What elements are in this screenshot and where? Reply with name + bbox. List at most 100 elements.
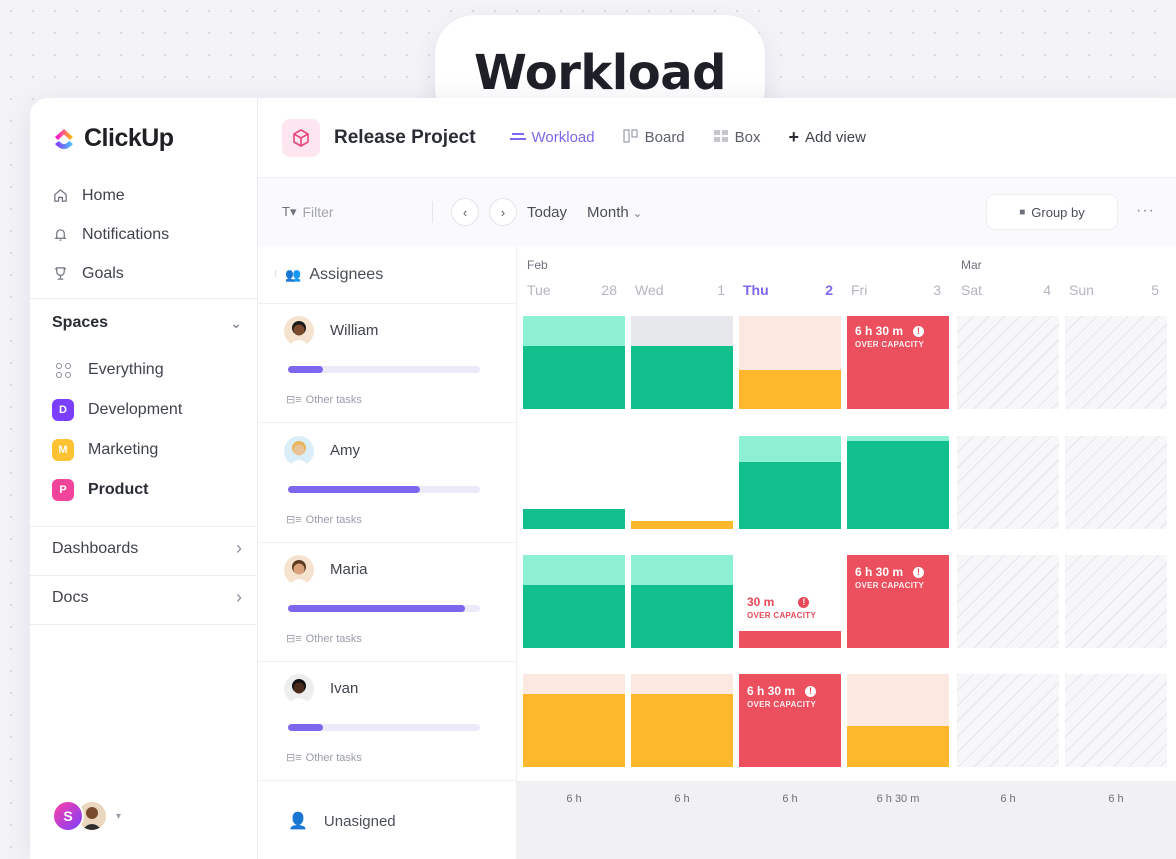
workload-cell[interactable] xyxy=(1065,316,1167,409)
filter-button[interactable]: T▾ Filter xyxy=(282,204,432,220)
day-total: 6 h xyxy=(674,793,690,805)
day-total: 6 h xyxy=(782,793,798,805)
other-tasks-link[interactable]: ⊟≡ Other tasks xyxy=(286,632,362,646)
workload-cell[interactable] xyxy=(739,316,841,409)
workload-bar xyxy=(523,509,625,529)
workload-cell[interactable] xyxy=(523,555,625,648)
space-badge: P xyxy=(52,479,74,501)
nav-item-home[interactable]: Home xyxy=(52,176,169,215)
workload-bar xyxy=(523,585,625,648)
workload-cell[interactable] xyxy=(631,436,733,529)
day-header: Fri 3 xyxy=(841,246,949,304)
workload-cell[interactable] xyxy=(739,436,841,529)
workload-bar xyxy=(631,694,733,767)
sidebar-item-docs[interactable]: Docs › xyxy=(52,587,242,608)
sidebar-item-dashboards[interactable]: Dashboards › xyxy=(52,538,242,559)
filter-icon: T▾ xyxy=(282,204,297,219)
other-tasks-link[interactable]: ⊟≡ Other tasks xyxy=(286,513,362,527)
other-tasks-link[interactable]: ⊟≡ Other tasks xyxy=(286,751,362,765)
workload-cell[interactable]: 6 h 30 m! OVER CAPACITY xyxy=(847,555,949,648)
space-item-product[interactable]: P Product xyxy=(52,470,182,510)
day-name: Fri xyxy=(851,282,868,298)
board-icon xyxy=(623,129,639,146)
workload-cell[interactable] xyxy=(957,436,1059,529)
more-options-icon[interactable]: ··· xyxy=(1136,202,1155,220)
space-label: Everything xyxy=(88,361,164,378)
alert-icon: ! xyxy=(913,326,925,337)
assignees-header[interactable]: ⁝ 👥 Assignees xyxy=(258,246,516,304)
assignee-row[interactable]: Maria ⊟≡ Other tasks xyxy=(258,543,516,662)
workload-bar xyxy=(523,674,625,694)
unassigned-row[interactable]: 👤 Unasigned xyxy=(258,781,516,859)
assignee-row[interactable]: Amy ⊟≡ Other tasks xyxy=(258,424,516,543)
add-view-button[interactable]: + Add view xyxy=(789,127,866,148)
capacity-bar xyxy=(288,366,480,373)
list-icon: ⊟≡ xyxy=(286,514,302,526)
assignee-row[interactable]: Ivan ⊟≡ Other tasks xyxy=(258,662,516,781)
today-button[interactable]: Today xyxy=(527,204,567,221)
assignee-row[interactable]: William ⊟≡ Other tasks xyxy=(258,304,516,423)
tab-board[interactable]: Board xyxy=(623,129,685,146)
over-capacity-label: 6 h 30 m! OVER CAPACITY xyxy=(747,684,817,712)
range-label: Month xyxy=(587,203,629,221)
list-icon: ⊟≡ xyxy=(286,633,302,645)
day-number: 1 xyxy=(717,282,725,298)
next-button[interactable]: › xyxy=(489,198,517,226)
workload-cell[interactable] xyxy=(523,316,625,409)
workload-cell[interactable] xyxy=(957,674,1059,767)
day-total: 6 h xyxy=(1000,793,1016,805)
workload-cell[interactable]: 6 h 30 m! OVER CAPACITY xyxy=(847,316,949,409)
workload-cell[interactable] xyxy=(847,674,949,767)
assignees-label: Assignees xyxy=(309,265,384,283)
workload-cell[interactable] xyxy=(957,316,1059,409)
capacity-bar-fill xyxy=(288,486,421,493)
prev-button[interactable]: ‹ xyxy=(451,198,479,226)
workload-cell[interactable] xyxy=(1065,555,1167,648)
day-total: 6 h 30 m xyxy=(876,793,920,805)
day-number: 5 xyxy=(1151,282,1159,298)
group-by-button[interactable]: ■ Group by xyxy=(986,194,1118,230)
over-capacity-label: 6 h 30 m! OVER CAPACITY xyxy=(855,324,925,352)
workload-cell[interactable] xyxy=(847,436,949,529)
space-item-development[interactable]: D Development xyxy=(52,390,182,430)
workload-cell[interactable] xyxy=(1065,674,1167,767)
drag-handle-icon: ⁝ xyxy=(274,269,278,280)
nav-item-goals[interactable]: Goals xyxy=(52,254,169,293)
workload-cell[interactable] xyxy=(523,436,625,529)
space-item-everything[interactable]: Everything xyxy=(52,350,182,390)
user-menu[interactable]: S ▾ xyxy=(52,800,121,832)
chevron-down-icon[interactable]: ⌄ xyxy=(230,315,242,332)
spaces-header[interactable]: Spaces ⌄ xyxy=(52,314,242,332)
workload-cell[interactable] xyxy=(957,555,1059,648)
workload-cell[interactable] xyxy=(1065,436,1167,529)
month-label: Feb xyxy=(527,258,548,272)
workload-bar xyxy=(739,631,841,648)
chevron-right-icon: › xyxy=(236,538,242,558)
chevron-right-icon: › xyxy=(236,587,242,607)
other-tasks-label: Other tasks xyxy=(305,632,362,645)
other-tasks-link[interactable]: ⊟≡ Other tasks xyxy=(286,393,362,407)
tab-box[interactable]: Box xyxy=(713,129,761,146)
space-item-marketing[interactable]: M Marketing xyxy=(52,430,182,470)
workload-cell[interactable]: 30 m! OVER CAPACITY xyxy=(739,555,841,648)
workload-bar xyxy=(631,585,733,648)
tab-workload[interactable]: Workload xyxy=(509,129,595,146)
workload-cell[interactable] xyxy=(631,555,733,648)
workload-cell[interactable] xyxy=(631,674,733,767)
divider xyxy=(432,201,433,223)
space-label: Development xyxy=(88,401,183,418)
workload-cell[interactable] xyxy=(631,316,733,409)
space-badge: D xyxy=(52,399,74,421)
nav-item-notifications[interactable]: Notifications xyxy=(52,215,169,254)
range-dropdown[interactable]: Month ⌄ xyxy=(587,204,642,221)
space-label: Product xyxy=(88,481,149,498)
workload-bar xyxy=(847,674,949,726)
workspace-avatar: S xyxy=(52,800,84,832)
logo[interactable]: ClickUp xyxy=(52,124,174,153)
list-icon: ⊟≡ xyxy=(286,752,302,764)
project-title: Release Project xyxy=(334,126,476,148)
day-number: 4 xyxy=(1043,282,1051,298)
assignee-name: Amy xyxy=(330,442,360,459)
workload-cell[interactable]: 6 h 30 m! OVER CAPACITY xyxy=(739,674,841,767)
workload-cell[interactable] xyxy=(523,674,625,767)
